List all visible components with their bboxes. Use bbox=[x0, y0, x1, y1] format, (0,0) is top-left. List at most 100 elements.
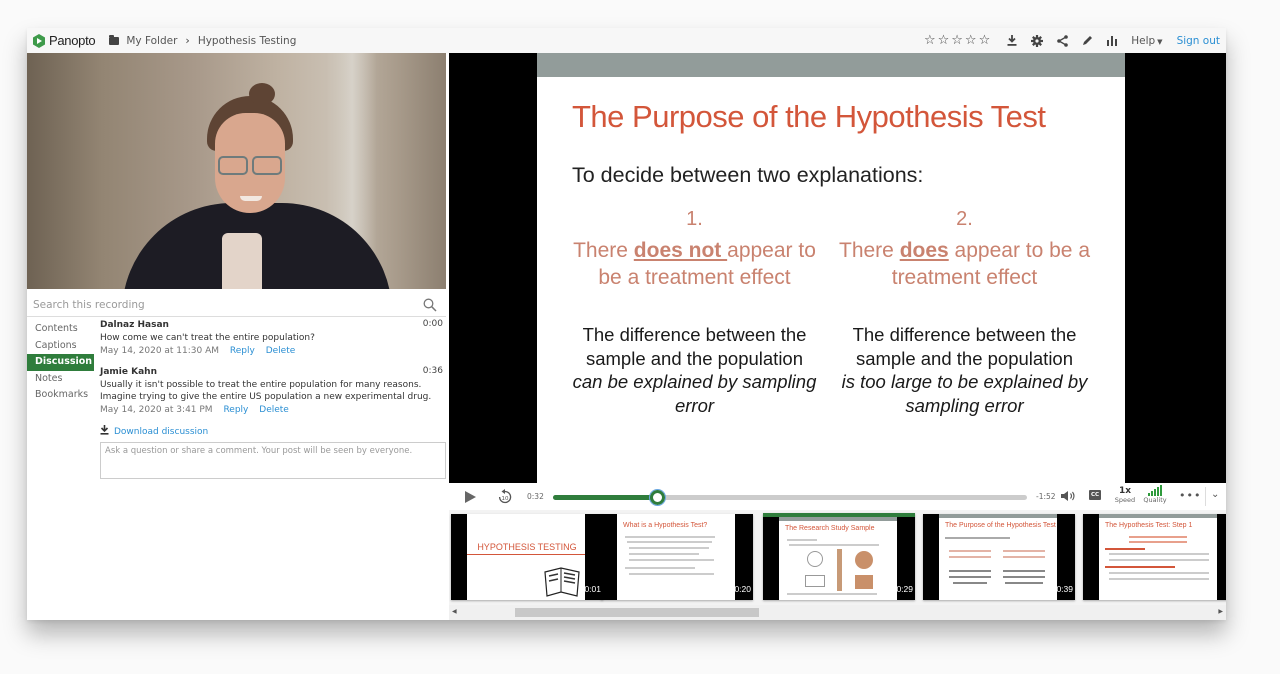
delete-link[interactable]: Delete bbox=[259, 405, 289, 415]
scroll-right-icon[interactable]: ▶ bbox=[1218, 608, 1223, 615]
text-line bbox=[1109, 559, 1209, 561]
text-line bbox=[1105, 548, 1145, 550]
column-number: 1. bbox=[686, 208, 703, 230]
text-line bbox=[629, 559, 714, 561]
search-icon[interactable] bbox=[423, 298, 437, 312]
svg-text:10: 10 bbox=[502, 496, 509, 502]
diagram-shape bbox=[855, 551, 873, 569]
presenter-figure bbox=[240, 196, 262, 201]
sign-out-link[interactable]: Sign out bbox=[1177, 35, 1220, 47]
body-italic: is too large to be explained by sampling… bbox=[841, 371, 1088, 416]
download-icon bbox=[100, 425, 109, 438]
heading-emphasis: does not bbox=[633, 239, 728, 262]
text-line bbox=[629, 573, 714, 575]
download-discussion-label: Download discussion bbox=[114, 426, 209, 437]
progress-handle[interactable] bbox=[649, 489, 667, 506]
player-controls: 10 0:32 -1:52 CC 1x Speed Quality ••• ⌄ bbox=[449, 483, 1226, 510]
tab-captions[interactable]: Captions bbox=[27, 338, 94, 355]
star-icon[interactable]: ☆ bbox=[965, 33, 977, 48]
text-line bbox=[1003, 556, 1045, 558]
rewind-10-icon[interactable]: 10 bbox=[497, 488, 513, 505]
thumbnail-title: The Research Study Sample bbox=[785, 525, 875, 532]
presenter-video[interactable] bbox=[27, 53, 446, 289]
star-rating[interactable]: ☆ ☆ ☆ ☆ ☆ bbox=[924, 33, 990, 48]
star-icon[interactable]: ☆ bbox=[938, 33, 950, 48]
text-line bbox=[1129, 536, 1187, 538]
comment-timestamp[interactable]: 0:36 bbox=[423, 366, 443, 376]
column-heading: There does appear to be a treatment effe… bbox=[837, 237, 1092, 291]
star-icon[interactable]: ☆ bbox=[951, 33, 963, 48]
quality-button[interactable]: Quality bbox=[1142, 485, 1168, 504]
thumbnail-slide: The Research Study Sample bbox=[779, 517, 897, 600]
thumbnail-slide: What is a Hypothesis Test? bbox=[617, 514, 735, 600]
volume-icon[interactable] bbox=[1061, 490, 1077, 502]
progress-bar[interactable] bbox=[553, 489, 1027, 506]
help-menu[interactable]: Help ▼ bbox=[1131, 35, 1162, 47]
chevron-down-icon[interactable]: ⌄ bbox=[1211, 489, 1219, 500]
thumbnail-time: 0:29 bbox=[896, 584, 913, 594]
text-line bbox=[1109, 578, 1209, 580]
tab-notes[interactable]: Notes bbox=[27, 371, 94, 388]
thumbnail-time: 0:20 bbox=[734, 584, 751, 594]
thumbnail[interactable]: The Hypothesis Test: Step 1 0:4 bbox=[1083, 514, 1226, 600]
more-options-button[interactable]: ••• bbox=[1179, 489, 1201, 502]
share-icon[interactable] bbox=[1057, 34, 1069, 47]
reply-link[interactable]: Reply bbox=[230, 346, 255, 356]
thumbnail[interactable]: What is a Hypothesis Test? 0:20 bbox=[601, 514, 753, 600]
comment-text: Usually it isn't possible to treat the e… bbox=[100, 380, 432, 402]
reply-link[interactable]: Reply bbox=[223, 405, 248, 415]
presenter-figure bbox=[249, 83, 275, 105]
star-icon[interactable]: ☆ bbox=[979, 33, 991, 48]
thumbnail-scrollbar[interactable]: ◀ ▶ bbox=[449, 605, 1226, 620]
slide-header-band bbox=[537, 53, 1125, 77]
discussion-panel: Dalnaz Hasan 0:00 How come we can't trea… bbox=[100, 319, 446, 483]
star-icon[interactable]: ☆ bbox=[924, 33, 936, 48]
top-bar: Panopto My Folder › Hypothesis Testing ☆… bbox=[27, 28, 1226, 53]
delete-link[interactable]: Delete bbox=[266, 346, 296, 356]
speed-button[interactable]: 1x Speed bbox=[1114, 486, 1136, 504]
thumbnail-slide: HYPOTHESIS TESTING bbox=[467, 514, 585, 600]
text-line bbox=[945, 537, 1010, 539]
current-time: 0:32 bbox=[527, 492, 544, 501]
thumbnail[interactable]: The Purpose of the Hypothesis Test 0:39 bbox=[923, 514, 1075, 600]
download-discussion-link[interactable]: Download discussion bbox=[100, 425, 443, 438]
comment-text: How come we can't treat the entire popul… bbox=[100, 333, 315, 343]
thumbnail-slide: The Purpose of the Hypothesis Test bbox=[939, 514, 1057, 600]
divider bbox=[1205, 487, 1206, 506]
comment-meta: May 14, 2020 at 3:41 PM Reply Delete bbox=[100, 404, 443, 417]
slide-thumbnails: HYPOTHESIS TESTING 0:01 What is a Hypoth… bbox=[449, 510, 1226, 605]
play-icon[interactable] bbox=[463, 490, 477, 504]
breadcrumb-my-folder[interactable]: My Folder bbox=[126, 35, 177, 47]
scrollbar-thumb[interactable] bbox=[515, 608, 759, 617]
download-icon[interactable] bbox=[1007, 35, 1017, 46]
slide-column-2: 2. There does appear to be a treatment e… bbox=[837, 208, 1092, 417]
text-line bbox=[1005, 582, 1043, 584]
tab-bookmarks[interactable]: Bookmarks bbox=[27, 387, 94, 404]
tab-contents[interactable]: Contents bbox=[27, 321, 94, 338]
pencil-icon[interactable] bbox=[1082, 35, 1093, 46]
thumbnail-slide: The Hypothesis Test: Step 1 bbox=[1099, 514, 1217, 600]
scroll-left-icon[interactable]: ◀ bbox=[452, 608, 457, 615]
comment-date: May 14, 2020 at 11:30 AM bbox=[100, 346, 220, 356]
comment-timestamp[interactable]: 0:00 bbox=[423, 319, 443, 329]
captions-button[interactable]: CC bbox=[1089, 490, 1101, 500]
quality-label: Quality bbox=[1143, 496, 1167, 504]
tab-discussion[interactable]: Discussion bbox=[27, 354, 94, 371]
brand-name: Panopto bbox=[49, 33, 96, 48]
gear-icon[interactable] bbox=[1031, 34, 1044, 47]
heading-text: There bbox=[573, 239, 634, 262]
stats-icon[interactable] bbox=[1107, 35, 1118, 46]
thumbnail-current[interactable]: The Research Study Sample 0:29 bbox=[763, 513, 915, 600]
panopto-logo[interactable]: Panopto bbox=[32, 33, 96, 48]
text-line bbox=[1109, 572, 1209, 574]
text-line bbox=[1003, 576, 1045, 578]
heading-emphasis: does bbox=[899, 239, 949, 262]
slide-video[interactable]: The Purpose of the Hypothesis Test To de… bbox=[449, 53, 1226, 483]
thumbnail-time: 0:01 bbox=[584, 584, 601, 594]
body-text: The difference between the sample and th… bbox=[852, 324, 1077, 369]
text-line bbox=[627, 541, 712, 543]
thumbnail[interactable]: HYPOTHESIS TESTING 0:01 bbox=[451, 514, 603, 600]
text-line bbox=[1003, 550, 1045, 552]
comment-input[interactable] bbox=[100, 442, 446, 479]
search-input[interactable] bbox=[27, 298, 407, 311]
